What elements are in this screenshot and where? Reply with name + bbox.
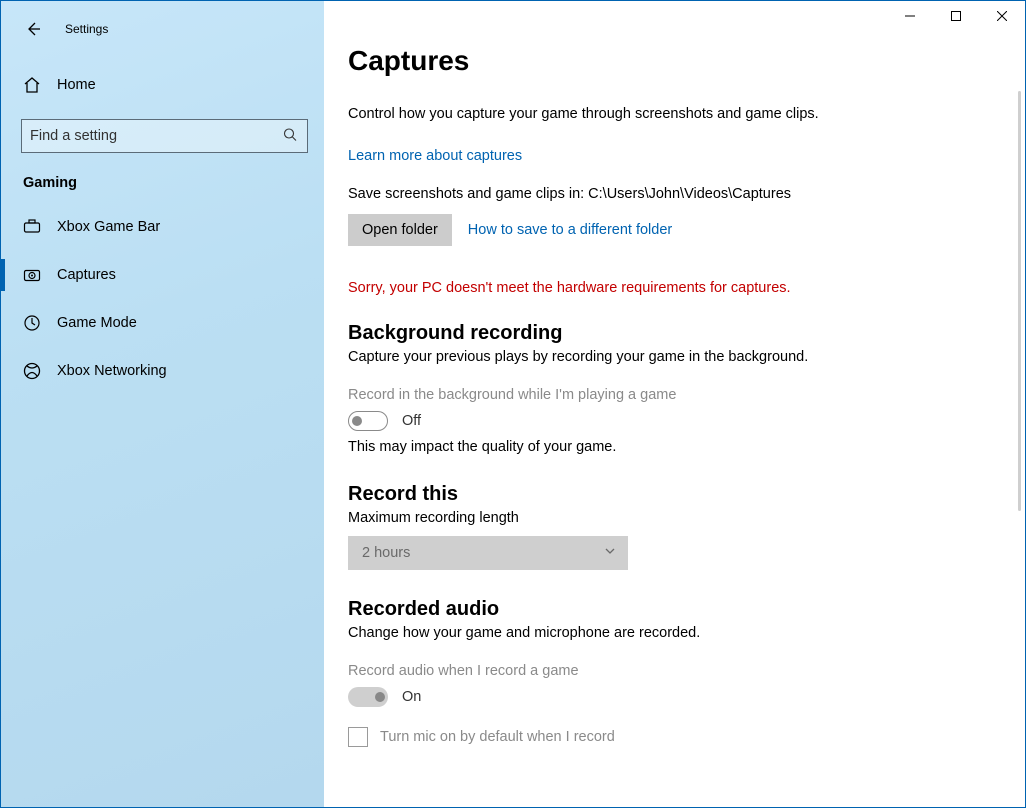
sidebar-item-label: Captures: [57, 267, 116, 283]
save-path-text: Save screenshots and game clips in: C:\U…: [348, 186, 985, 202]
sidebar-item-xbox-networking[interactable]: Xbox Networking: [1, 347, 324, 395]
audio-heading: Recorded audio: [348, 598, 985, 621]
hardware-error-text: Sorry, your PC doesn't meet the hardware…: [348, 280, 985, 296]
main-pane: Captures Control how you capture your ga…: [324, 1, 1025, 807]
scroll-area[interactable]: Captures Control how you capture your ga…: [324, 1, 1025, 807]
search-icon: [283, 128, 297, 145]
sidebar-item-game-mode[interactable]: Game Mode: [1, 299, 324, 347]
max-length-label: Maximum recording length: [348, 510, 985, 526]
save-different-folder-link[interactable]: How to save to a different folder: [468, 222, 672, 238]
window-controls: [887, 1, 1025, 33]
background-recording-section: Background recording Capture your previo…: [348, 322, 985, 455]
back-button[interactable]: [21, 17, 45, 41]
bg-desc: Capture your previous plays by recording…: [348, 349, 985, 365]
sidebar-item-label: Xbox Networking: [57, 363, 167, 379]
minimize-button[interactable]: [887, 1, 933, 31]
sidebar-item-captures[interactable]: Captures: [1, 251, 324, 299]
mic-default-checkbox[interactable]: [348, 727, 368, 747]
game-bar-icon: [23, 218, 41, 236]
record-audio-toggle[interactable]: [348, 687, 388, 707]
maximize-button[interactable]: [933, 1, 979, 31]
page-title: Captures: [348, 45, 985, 77]
record-this-section: Record this Maximum recording length 2 h…: [348, 483, 985, 570]
bg-impact-text: This may impact the quality of your game…: [348, 439, 985, 455]
bg-recording-toggle[interactable]: [348, 411, 388, 431]
learn-more-link[interactable]: Learn more about captures: [348, 148, 522, 164]
home-icon: [23, 76, 41, 94]
sidebar-item-label: Xbox Game Bar: [57, 219, 160, 235]
sidebar-item-home[interactable]: Home: [1, 61, 324, 109]
scrollbar[interactable]: [1018, 91, 1021, 511]
app-title: Settings: [65, 22, 108, 36]
chevron-down-icon: [604, 545, 616, 561]
search-input[interactable]: [30, 128, 299, 144]
open-folder-button[interactable]: Open folder: [348, 214, 452, 246]
audio-toggle-label: Record audio when I record a game: [348, 663, 985, 679]
settings-window: Settings Home Gaming: [0, 0, 1026, 808]
intro-text: Control how you capture your game throug…: [348, 105, 985, 125]
search-box[interactable]: [21, 119, 308, 153]
bg-heading: Background recording: [348, 322, 985, 345]
close-button[interactable]: [979, 1, 1025, 31]
xbox-icon: [23, 362, 41, 380]
bg-toggle-state: Off: [402, 413, 421, 429]
sidebar-section-label: Gaming: [1, 153, 324, 203]
sidebar: Settings Home Gaming: [1, 1, 324, 807]
captures-icon: [23, 266, 41, 284]
max-length-select[interactable]: 2 hours: [348, 536, 628, 570]
audio-toggle-state: On: [402, 689, 421, 705]
audio-desc: Change how your game and microphone are …: [348, 625, 985, 641]
record-this-heading: Record this: [348, 483, 985, 506]
home-label: Home: [57, 77, 96, 93]
sidebar-item-xbox-game-bar[interactable]: Xbox Game Bar: [1, 203, 324, 251]
bg-toggle-label: Record in the background while I'm playi…: [348, 387, 985, 403]
sidebar-item-label: Game Mode: [57, 315, 137, 331]
game-mode-icon: [23, 314, 41, 332]
recorded-audio-section: Recorded audio Change how your game and …: [348, 598, 985, 747]
mic-check-label: Turn mic on by default when I record: [380, 729, 615, 745]
max-length-value: 2 hours: [362, 545, 410, 561]
